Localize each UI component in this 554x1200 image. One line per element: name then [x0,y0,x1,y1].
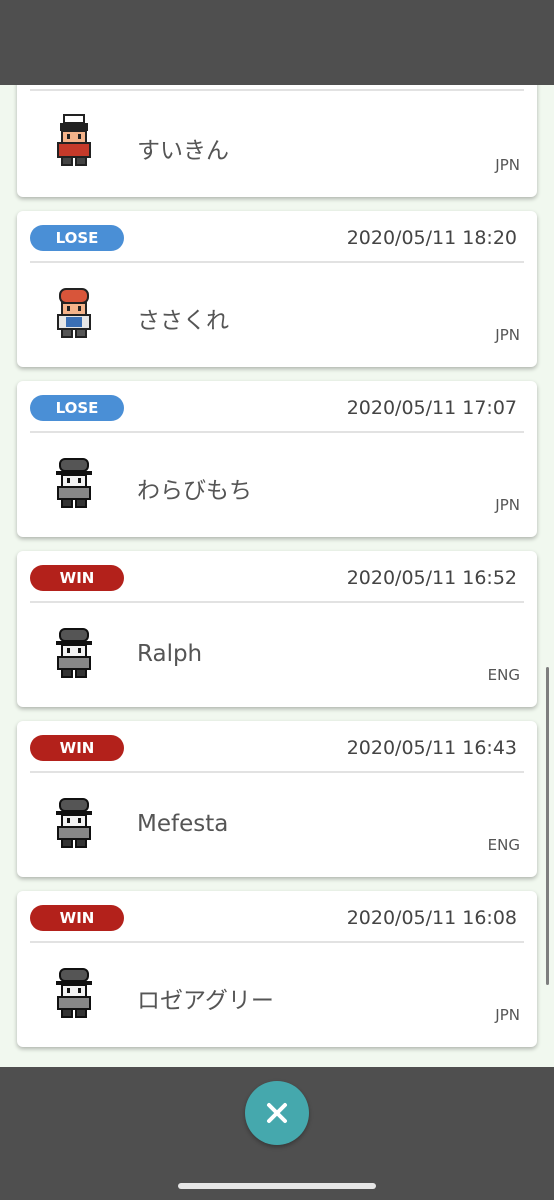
battle-date: 2020/05/11 16:08 [346,907,517,929]
card-divider [30,601,524,603]
opponent-language: JPN [495,496,520,514]
card-divider [30,941,524,943]
result-badge: WIN [30,735,124,761]
result-badge: WIN [30,905,124,931]
card-header: WIN 2020/05/11 16:08 [17,891,537,941]
opponent-language: ENG [487,666,520,684]
close-button[interactable] [245,1081,309,1145]
grey-trainer-icon [56,458,92,508]
grey-trainer-icon [56,968,92,1018]
battle-date: 2020/05/11 16:43 [346,737,517,759]
opponent-language: JPN [495,326,520,344]
top-bar [0,0,554,85]
opponent-language: JPN [495,1006,520,1024]
battle-date: 2020/05/11 17:07 [346,397,517,419]
battle-date: 2020/05/11 16:52 [346,567,517,589]
card-header: WIN 2020/05/11 16:43 [17,721,537,771]
opponent-language: ENG [487,836,520,854]
battle-history-list[interactable]: すいきん JPN LOSE 2020/05/11 18:20 ささくれ JPN … [0,85,554,1067]
opponent-name: Ralph [137,641,203,667]
result-badge: LOSE [30,225,124,251]
close-icon [267,1103,287,1123]
opponent-language: JPN [495,156,520,174]
battle-card[interactable]: すいきん JPN [17,85,537,197]
red-trainer-icon [57,114,91,166]
card-header: WIN 2020/05/11 16:52 [17,551,537,601]
orange-trainer-icon [57,288,91,338]
result-badge: LOSE [30,395,124,421]
home-indicator [178,1183,376,1189]
opponent-name: すいきん [137,138,229,164]
card-header: LOSE 2020/05/11 18:20 [17,211,537,261]
card-divider [30,261,524,263]
opponent-name: ささくれ [137,308,229,334]
card-divider [30,771,524,773]
battle-card[interactable]: WIN 2020/05/11 16:52 Ralph ENG [17,551,537,707]
grey-trainer-icon [56,798,92,848]
battle-card[interactable]: LOSE 2020/05/11 18:20 ささくれ JPN [17,211,537,367]
card-divider [30,89,524,91]
battle-card[interactable]: WIN 2020/05/11 16:08 ロゼアグリー JPN [17,891,537,1047]
card-divider [30,431,524,433]
result-badge: WIN [30,565,124,591]
opponent-name: Mefesta [137,811,229,837]
opponent-name: わらびもち [137,478,252,504]
scrollbar[interactable] [546,667,549,985]
battle-date: 2020/05/11 18:20 [346,227,517,249]
grey-trainer-icon [56,628,92,678]
card-header: LOSE 2020/05/11 17:07 [17,381,537,431]
battle-card[interactable]: LOSE 2020/05/11 17:07 わらびもち JPN [17,381,537,537]
opponent-name: ロゼアグリー [137,988,274,1014]
battle-card[interactable]: WIN 2020/05/11 16:43 Mefesta ENG [17,721,537,877]
